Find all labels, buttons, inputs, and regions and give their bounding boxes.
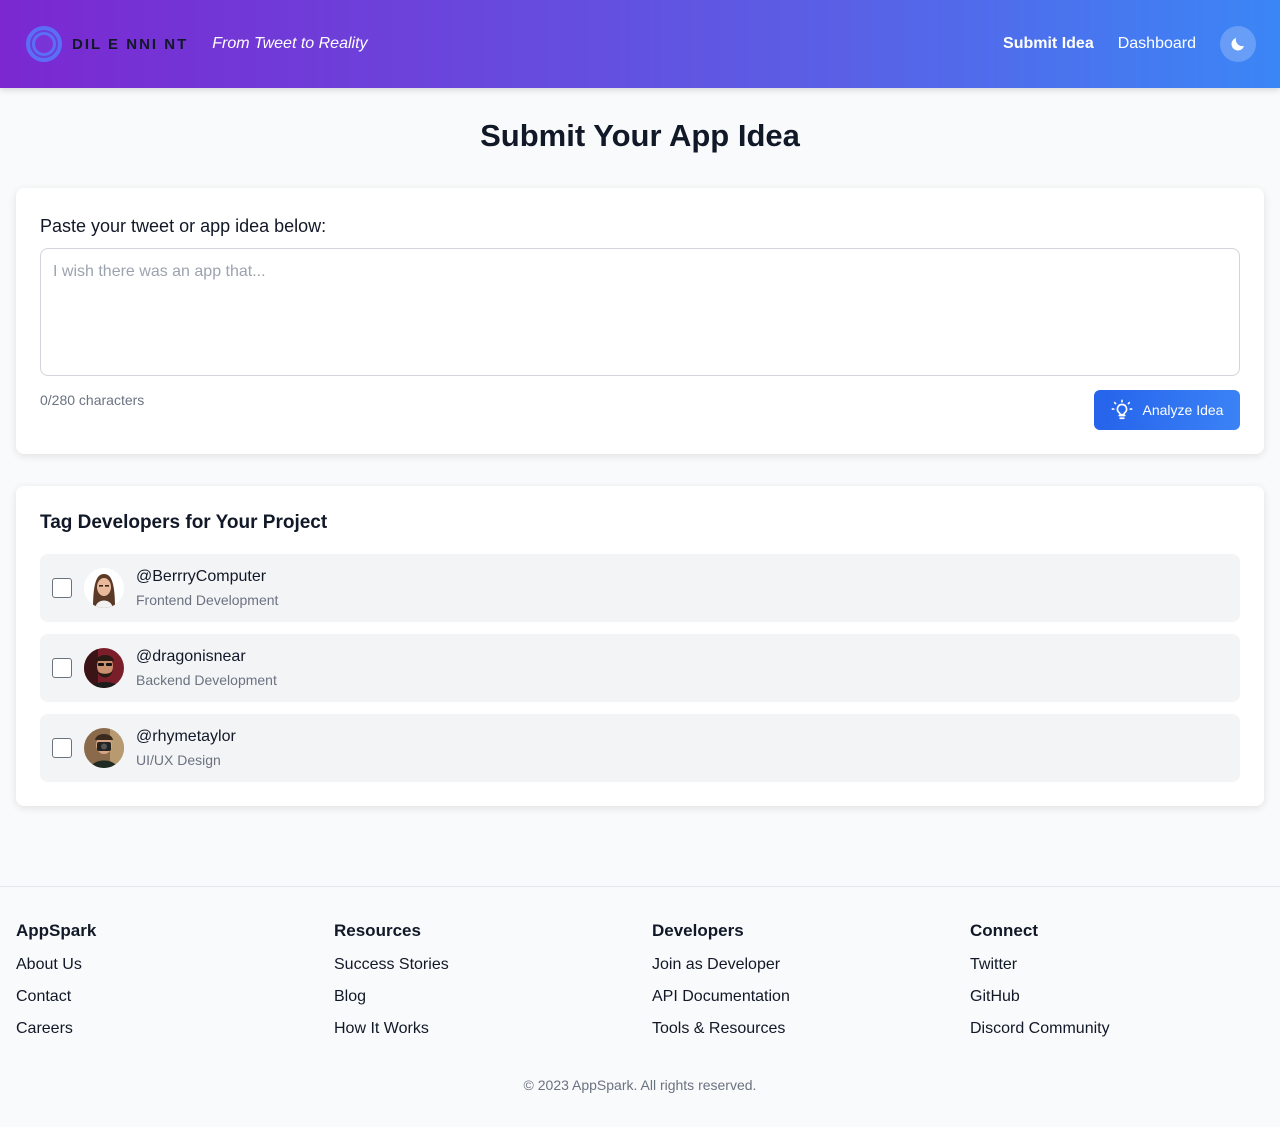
footer-heading: AppSpark [16,921,97,940]
developer-row[interactable]: @dragonisnear Backend Development [40,634,1240,702]
page-title: Submit Your App Idea [480,118,800,153]
footer-column-resources: Resources Success Stories Blog How It Wo… [334,921,449,1051]
developer-handle: @dragonisnear [136,648,246,665]
footer-heading: Developers [652,921,744,940]
footer-link-contact[interactable]: Contact [16,987,96,1007]
avatar [84,728,124,768]
footer-column-developers: Developers Join as Developer API Documen… [652,921,790,1051]
top-header: DIL E NNI NT From Tweet to Reality Submi… [0,0,1280,88]
brand-name: DIL E NNI NT [72,35,189,53]
developer-row[interactable]: @rhymetaylor UI/UX Design [40,714,1240,782]
footer-link-success-stories[interactable]: Success Stories [334,955,449,975]
footer-link-how-it-works[interactable]: How It Works [334,1019,449,1039]
developer-handle: @BerrryComputer [136,568,267,585]
tag-developers-card: Tag Developers for Your Project @BerrryC… [16,486,1264,806]
footer-link-about[interactable]: About Us [16,955,96,975]
developer-checkbox[interactable] [52,578,72,598]
developer-checkbox[interactable] [52,658,72,678]
moon-icon [1231,38,1244,51]
footer-link-blog[interactable]: Blog [334,987,449,1007]
footer-link-careers[interactable]: Careers [16,1019,96,1039]
tag-developers-title: Tag Developers for Your Project [40,512,328,533]
footer-link-discord[interactable]: Discord Community [970,1019,1110,1039]
lightbulb-icon [1111,399,1132,420]
logo-icon [26,26,62,62]
developer-role: UI/UX Design [136,752,221,768]
avatar [84,648,124,688]
footer-column-connect: Connect Twitter GitHub Discord Community [970,921,1110,1051]
idea-input[interactable] [40,248,1240,376]
footer-link-tools[interactable]: Tools & Resources [652,1019,790,1039]
idea-form-card: Paste your tweet or app idea below: 0/28… [16,188,1264,454]
theme-toggle-button[interactable] [1220,26,1256,62]
developer-row[interactable]: @BerrryComputer Frontend Development [40,554,1240,622]
footer-heading: Connect [970,921,1038,940]
nav-dashboard[interactable]: Dashboard [1118,35,1196,53]
tagline: From Tweet to Reality [212,35,368,52]
developer-handle: @rhymetaylor [136,728,236,745]
brand[interactable]: DIL E NNI NT From Tweet to Reality [26,26,368,62]
site-footer: AppSpark About Us Contact Careers Resour… [0,886,1280,1127]
footer-link-api-docs[interactable]: API Documentation [652,987,790,1007]
footer-link-join-developer[interactable]: Join as Developer [652,955,790,975]
nav-submit-idea[interactable]: Submit Idea [1003,35,1094,53]
analyze-idea-label: Analyze Idea [1142,402,1224,418]
developer-role: Frontend Development [136,592,279,608]
avatar [84,568,124,608]
footer-link-twitter[interactable]: Twitter [970,955,1110,975]
footer-heading: Resources [334,921,421,940]
developer-checkbox[interactable] [52,738,72,758]
footer-column-appspark: AppSpark About Us Contact Careers [16,921,96,1051]
developer-role: Backend Development [136,672,277,688]
copyright: © 2023 AppSpark. All rights reserved. [523,1077,757,1093]
footer-link-github[interactable]: GitHub [970,987,1110,1007]
char-count: 0/280 characters [40,392,145,408]
idea-label: Paste your tweet or app idea below: [40,216,327,236]
analyze-idea-button[interactable]: Analyze Idea [1094,390,1240,430]
main-nav: Submit Idea Dashboard [979,26,1256,62]
